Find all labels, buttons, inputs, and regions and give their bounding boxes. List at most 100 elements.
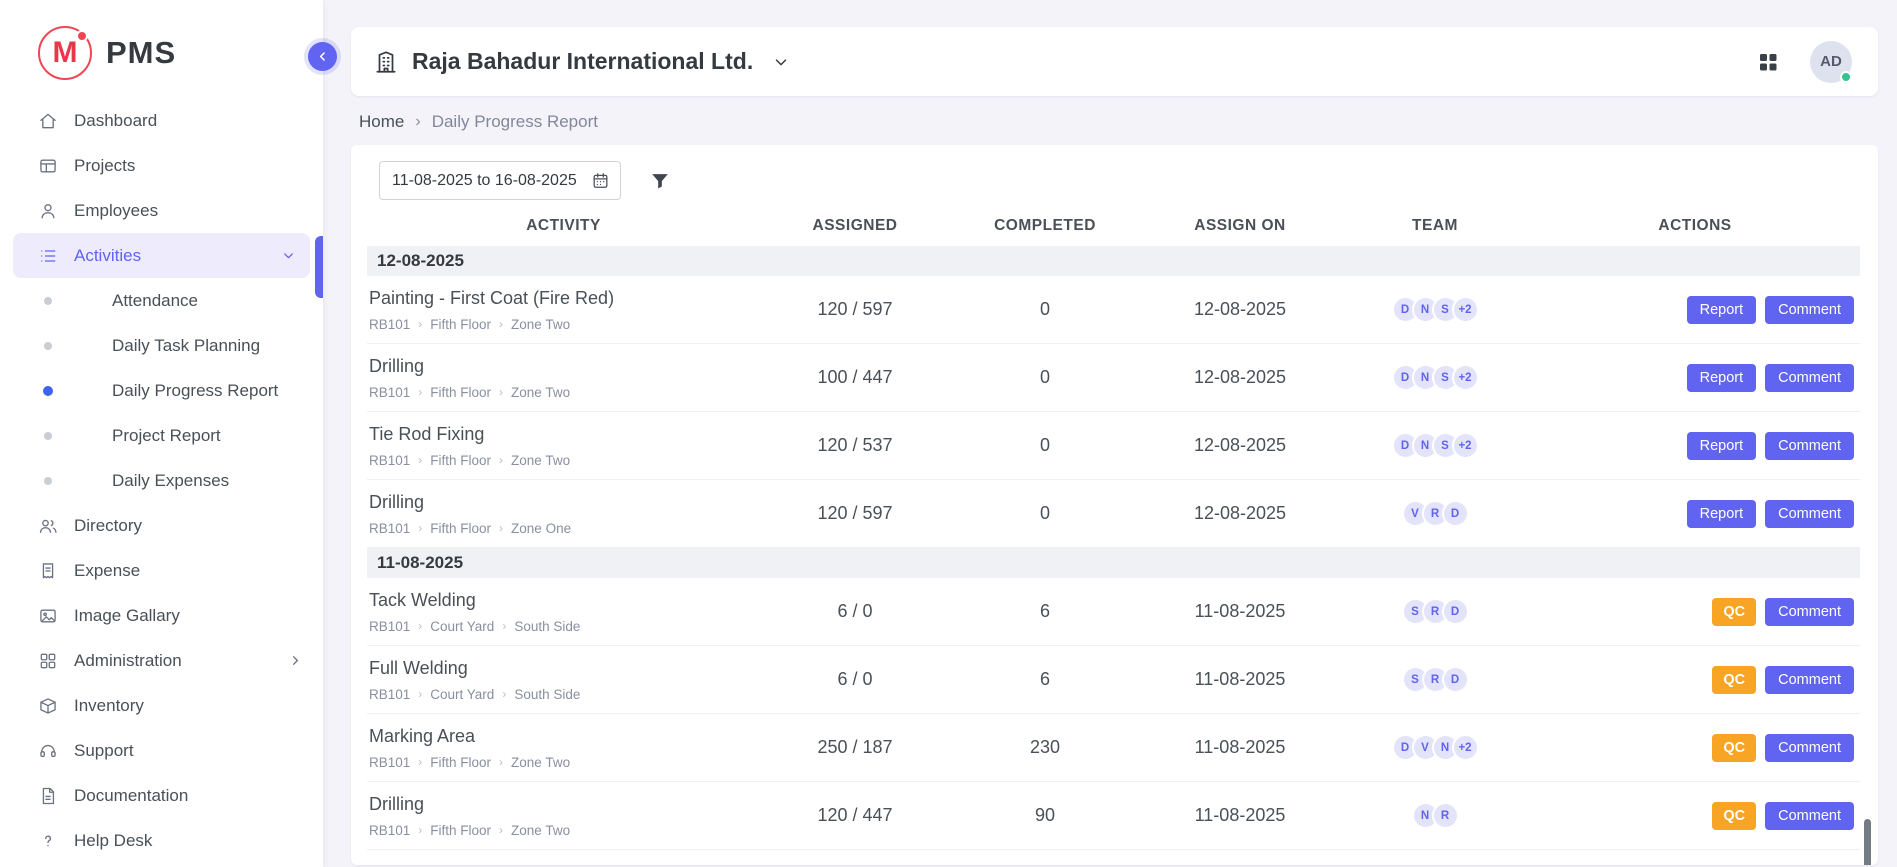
bullet-dot-icon bbox=[44, 297, 52, 305]
qc-button[interactable]: QC bbox=[1712, 802, 1756, 830]
table-body: 12-08-2025 Painting - First Coat (Fire Re… bbox=[367, 246, 1860, 850]
location-segment: South Side bbox=[514, 687, 580, 702]
team-avatar[interactable]: D bbox=[1442, 598, 1469, 625]
sidebar-collapse-button[interactable] bbox=[308, 42, 337, 71]
sidebar-item-support[interactable]: Support bbox=[0, 728, 323, 773]
location-segment: Zone Two bbox=[511, 453, 570, 468]
qc-button[interactable]: QC bbox=[1712, 666, 1756, 694]
sidebar-item-label: Employees bbox=[74, 201, 158, 221]
assign-on-cell: 12-08-2025 bbox=[1140, 299, 1340, 320]
comment-button[interactable]: Comment bbox=[1765, 432, 1854, 460]
breadcrumb-home-link[interactable]: Home bbox=[359, 112, 404, 132]
sidebar-item-administration[interactable]: Administration bbox=[0, 638, 323, 683]
assign-on-cell: 11-08-2025 bbox=[1140, 805, 1340, 826]
path-separator-icon: › bbox=[502, 619, 506, 633]
location-segment: South Side bbox=[514, 619, 580, 634]
report-button[interactable]: Report bbox=[1687, 500, 1757, 528]
report-button[interactable]: Report bbox=[1687, 432, 1757, 460]
column-header: ACTIONS bbox=[1530, 217, 1860, 235]
assign-on-cell: 11-08-2025 bbox=[1140, 669, 1340, 690]
sidebar-item-label: Administration bbox=[74, 651, 182, 671]
calendar-icon[interactable] bbox=[591, 171, 610, 190]
comment-button[interactable]: Comment bbox=[1765, 364, 1854, 392]
comment-button[interactable]: Comment bbox=[1765, 500, 1854, 528]
sidebar-item-inventory[interactable]: Inventory bbox=[0, 683, 323, 728]
sidebar-subitem-attendance[interactable]: Attendance bbox=[0, 278, 323, 323]
sidebar-item-directory[interactable]: Directory bbox=[0, 503, 323, 548]
assigned-cell: 120 / 447 bbox=[760, 805, 950, 826]
path-separator-icon: › bbox=[418, 385, 422, 399]
sidebar-item-expense[interactable]: Expense bbox=[0, 548, 323, 593]
sidebar-subitem-project-report[interactable]: Project Report bbox=[0, 413, 323, 458]
team-avatar[interactable]: R bbox=[1432, 802, 1459, 829]
path-separator-icon: › bbox=[418, 619, 422, 633]
sidebar-nav: DashboardProjects Employees Activities Atte… bbox=[0, 98, 323, 863]
app-logo[interactable]: M PMS bbox=[0, 0, 323, 98]
sidebar-subitem-daily-task-planning[interactable]: Daily Task Planning bbox=[0, 323, 323, 368]
admin-icon bbox=[38, 651, 58, 671]
apps-grid-button[interactable] bbox=[1756, 50, 1780, 74]
activities-icon bbox=[38, 246, 58, 266]
sidebar-item-activities[interactable]: Activities bbox=[13, 233, 310, 278]
bullet-dot-icon bbox=[44, 432, 52, 440]
location-segment: Zone Two bbox=[511, 823, 570, 838]
app-root: M PMS DashboardProjects Employees Activiti… bbox=[0, 0, 1897, 867]
comment-button[interactable]: Comment bbox=[1765, 734, 1854, 762]
qc-button[interactable]: QC bbox=[1712, 598, 1756, 626]
team-more-badge[interactable]: +2 bbox=[1452, 734, 1479, 761]
sidebar-item-label: Help Desk bbox=[74, 831, 152, 851]
app-title: PMS bbox=[106, 35, 176, 71]
location-segment: Fifth Floor bbox=[430, 521, 491, 536]
filter-button[interactable] bbox=[649, 170, 671, 192]
activity-title: Full Welding bbox=[369, 658, 760, 679]
date-range-input[interactable]: 11-08-2025 to 16-08-2025 bbox=[379, 161, 621, 200]
team-avatar[interactable]: D bbox=[1442, 666, 1469, 693]
active-nav-indicator bbox=[315, 236, 323, 298]
comment-button[interactable]: Comment bbox=[1765, 598, 1854, 626]
location-segment: Fifth Floor bbox=[430, 317, 491, 332]
team-more-badge[interactable]: +2 bbox=[1452, 296, 1479, 323]
report-button[interactable]: Report bbox=[1687, 364, 1757, 392]
company-selector[interactable]: Raja Bahadur International Ltd. bbox=[373, 48, 790, 75]
assigned-cell: 250 / 187 bbox=[760, 737, 950, 758]
bullet-dot-icon bbox=[44, 342, 52, 350]
logo-mark-icon: M bbox=[38, 26, 92, 80]
comment-button[interactable]: Comment bbox=[1765, 666, 1854, 694]
sidebar-item-dashboard[interactable]: Dashboard bbox=[0, 98, 323, 143]
sidebar-subitem-label: Attendance bbox=[112, 291, 198, 311]
qc-button[interactable]: QC bbox=[1712, 734, 1756, 762]
comment-button[interactable]: Comment bbox=[1765, 802, 1854, 830]
actions-cell: Report Comment bbox=[1530, 500, 1860, 528]
table-row: DrillingRB101›Fifth Floor›Zone Two100 / … bbox=[367, 344, 1860, 412]
activity-cell: Tie Rod FixingRB101›Fifth Floor›Zone Two bbox=[367, 424, 760, 468]
expense-icon bbox=[38, 561, 58, 581]
team-avatar[interactable]: D bbox=[1442, 500, 1469, 527]
comment-button[interactable]: Comment bbox=[1765, 296, 1854, 324]
breadcrumb-separator-icon: › bbox=[415, 113, 420, 131]
top-header: Raja Bahadur International Ltd. AD bbox=[351, 27, 1878, 96]
assign-on-cell: 11-08-2025 bbox=[1140, 737, 1340, 758]
sidebar-item-image-gallary[interactable]: Image Gallary bbox=[0, 593, 323, 638]
bullet-dot-icon bbox=[44, 477, 52, 485]
sidebar-item-employees[interactable]: Employees bbox=[0, 188, 323, 233]
sidebar-item-projects[interactable]: Projects bbox=[0, 143, 323, 188]
user-avatar[interactable]: AD bbox=[1810, 41, 1852, 83]
location-segment: Court Yard bbox=[430, 619, 494, 634]
team-more-badge[interactable]: +2 bbox=[1452, 364, 1479, 391]
table-row: Tie Rod FixingRB101›Fifth Floor›Zone Two… bbox=[367, 412, 1860, 480]
company-name: Raja Bahadur International Ltd. bbox=[412, 48, 753, 75]
sidebar-subitem-daily-expenses[interactable]: Daily Expenses bbox=[0, 458, 323, 503]
location-segment: Fifth Floor bbox=[430, 385, 491, 400]
activity-cell: Painting - First Coat (Fire Red)RB101›Fi… bbox=[367, 288, 760, 332]
path-separator-icon: › bbox=[502, 687, 506, 701]
report-button[interactable]: Report bbox=[1687, 296, 1757, 324]
sidebar-item-label: Expense bbox=[74, 561, 140, 581]
sidebar-item-help-desk[interactable]: Help Desk bbox=[0, 818, 323, 863]
location-segment: Zone One bbox=[511, 521, 571, 536]
vertical-scrollbar-thumb[interactable] bbox=[1864, 819, 1871, 865]
sidebar-subitem-daily-progress-report[interactable]: Daily Progress Report bbox=[0, 368, 323, 413]
date-range-value: 11-08-2025 to 16-08-2025 bbox=[392, 172, 577, 190]
breadcrumb-current: Daily Progress Report bbox=[432, 112, 598, 132]
team-more-badge[interactable]: +2 bbox=[1452, 432, 1479, 459]
sidebar-item-documentation[interactable]: Documentation bbox=[0, 773, 323, 818]
